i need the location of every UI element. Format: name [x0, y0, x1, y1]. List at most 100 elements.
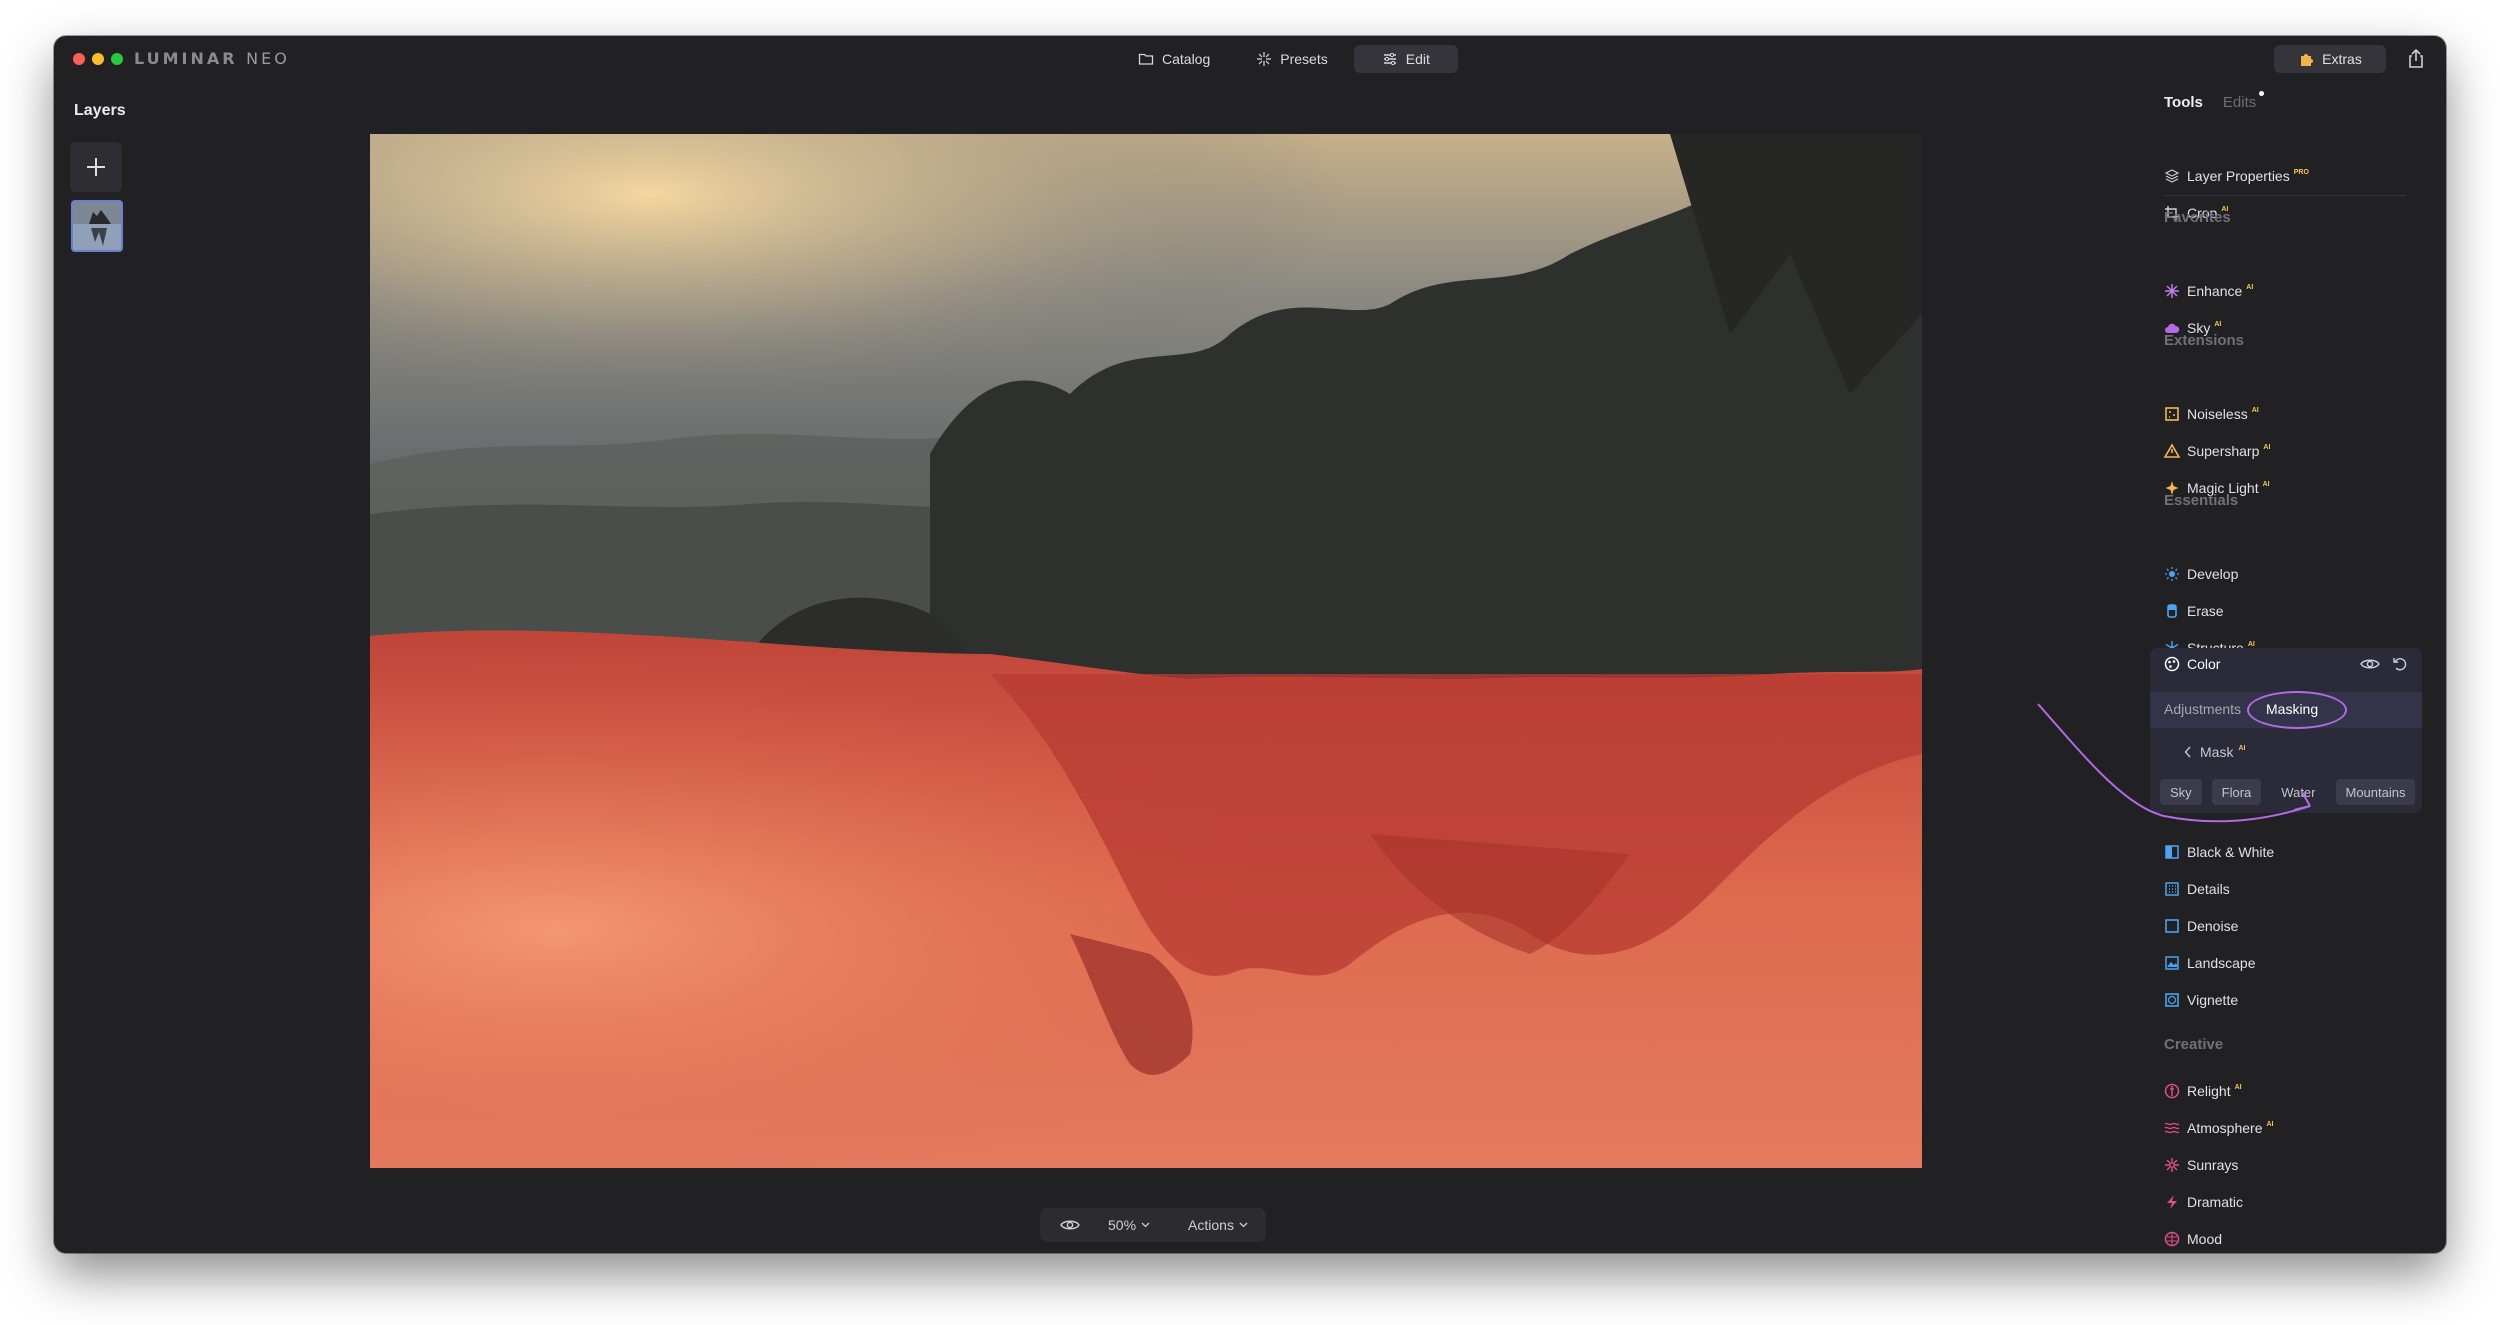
ai-badge: AI [2262, 480, 2270, 488]
before-after-toggle[interactable] [1050, 1218, 1090, 1232]
close-window-button[interactable] [73, 53, 85, 65]
add-layer-button[interactable] [70, 142, 122, 192]
tool-label: Landscape [2187, 955, 2256, 971]
chevron-left-icon [2184, 746, 2191, 758]
section-favorites: Favorites [2164, 209, 2231, 226]
tool-label: Develop [2187, 566, 2239, 582]
atmosphere-icon [2164, 1122, 2180, 1134]
tool-noiseless[interactable]: Noiseless AI [2164, 403, 2259, 425]
ai-badge: AI [2234, 1083, 2242, 1091]
tool-label: Details [2187, 881, 2230, 897]
tool-label: Enhance [2187, 283, 2243, 299]
tool-label: Vignette [2187, 992, 2239, 1008]
chip-sky[interactable]: Sky [2160, 779, 2202, 805]
tool-vignette[interactable]: Vignette [2164, 989, 2238, 1011]
tab-adjustments[interactable]: Adjustments [2164, 701, 2241, 717]
section-essentials: Essentials [2164, 492, 2239, 509]
tool-label: Layer Properties [2187, 168, 2290, 184]
denoise-icon [2165, 919, 2179, 933]
chevron-down-icon [1239, 1222, 1248, 1228]
reset-icon[interactable] [2392, 656, 2408, 672]
eye-icon [1060, 1220, 1080, 1230]
ai-badge: AI [2263, 443, 2271, 451]
edit-tab[interactable]: Edit [1353, 45, 1458, 73]
noiseless-icon [2165, 407, 2179, 421]
color-sub-tabs: Adjustments Masking [2150, 691, 2422, 729]
mask-back-row[interactable]: Mask AI [2184, 744, 2245, 760]
tool-relight[interactable]: Relight AI [2164, 1080, 2242, 1102]
image-canvas[interactable] [370, 134, 1922, 1168]
eraser-icon [2167, 604, 2177, 618]
landscape-icon [2165, 956, 2179, 970]
ai-badge: AI [2214, 320, 2222, 328]
tool-atmosphere[interactable]: Atmosphere AI [2164, 1117, 2273, 1139]
eye-icon[interactable] [2360, 656, 2380, 672]
layer-thumbnail[interactable] [71, 200, 123, 252]
section-extensions: Extensions [2164, 332, 2245, 349]
mood-icon [2164, 1231, 2180, 1247]
layers-icon [2164, 169, 2180, 183]
layer-thumbnail-image [73, 202, 121, 250]
tool-details[interactable]: Details [2164, 878, 2230, 900]
chip-mountains[interactable]: Mountains [2335, 779, 2416, 805]
tab-tools[interactable]: Tools [2164, 94, 2203, 111]
pro-badge: PRO [2293, 168, 2309, 176]
tool-landscape[interactable]: Landscape [2164, 952, 2256, 974]
tab-masking[interactable]: Masking [2266, 701, 2318, 717]
ai-badge: AI [2251, 406, 2259, 414]
sparkle-icon [1257, 52, 1272, 66]
ai-badge: AI [2238, 744, 2246, 752]
tool-enhance[interactable]: Enhance AI [2164, 280, 2253, 302]
tab-edits-label: Edits [2222, 94, 2257, 111]
catalog-tab-label: Catalog [1162, 51, 1211, 67]
tool-label: Supersharp [2187, 443, 2260, 459]
app-logo: LUMINAR NEO [134, 49, 290, 68]
actions-dropdown[interactable]: Actions [1188, 1217, 1248, 1233]
triangle-icon [2164, 443, 2180, 458]
plus-icon [87, 158, 105, 176]
minimize-window-button[interactable] [92, 53, 104, 65]
presets-tab[interactable]: Presets [1236, 45, 1347, 73]
tool-label: Relight [2187, 1083, 2231, 1099]
tool-label: Erase [2187, 603, 2224, 619]
tool-label: Black & White [2187, 844, 2275, 860]
mask-label: Mask [2200, 744, 2234, 760]
catalog-tab[interactable]: Catalog [1118, 45, 1230, 73]
tool-black-white[interactable]: Black & White [2164, 841, 2274, 863]
ai-badge: AI [2247, 640, 2255, 648]
tool-dramatic[interactable]: Dramatic [2164, 1191, 2243, 1213]
tool-mood[interactable]: Mood [2164, 1228, 2222, 1250]
tool-label: Sunrays [2187, 1157, 2239, 1173]
bw-icon [2165, 845, 2179, 859]
palette-icon [2164, 656, 2180, 672]
tool-develop[interactable]: Develop [2164, 563, 2238, 585]
zoom-value: 50% [1108, 1217, 1137, 1233]
folder-icon [1138, 53, 1154, 65]
chip-flora[interactable]: Flora [2211, 779, 2262, 805]
panel-tabs: Tools Edits [2164, 91, 2265, 111]
panel-divider [2164, 195, 2406, 196]
sun-icon [2165, 567, 2179, 581]
details-icon [2165, 882, 2179, 896]
view-toolbar: 50% Actions [1040, 1208, 1266, 1242]
tab-edits[interactable]: Edits [2222, 91, 2265, 111]
top-navigation: Catalog Presets Edit [1118, 45, 1458, 73]
sliders-icon [1383, 52, 1396, 66]
zoom-dropdown[interactable]: 50% [1108, 1217, 1150, 1233]
mask-chip-row: Sky Flora Water Mountains [2160, 779, 2416, 805]
chip-water[interactable]: Water [2271, 779, 2325, 805]
tool-label: Mood [2187, 1231, 2223, 1247]
tool-layer-properties[interactable]: Layer Properties PRO [2164, 165, 2309, 187]
actions-label: Actions [1188, 1217, 1234, 1233]
edits-indicator-dot [2259, 91, 2265, 96]
vignette-icon [2165, 993, 2179, 1007]
zoom-window-button[interactable] [111, 53, 123, 65]
tool-denoise[interactable]: Denoise [2164, 915, 2238, 937]
tool-sunrays[interactable]: Sunrays [2164, 1154, 2238, 1176]
enhance-icon [2165, 284, 2179, 298]
tool-supersharp[interactable]: Supersharp AI [2164, 440, 2270, 462]
photo [370, 134, 1922, 1168]
tool-erase[interactable]: Erase [2164, 600, 2224, 622]
bolt-icon [2167, 1195, 2177, 1209]
color-tool-header[interactable]: Color [2164, 656, 2220, 672]
